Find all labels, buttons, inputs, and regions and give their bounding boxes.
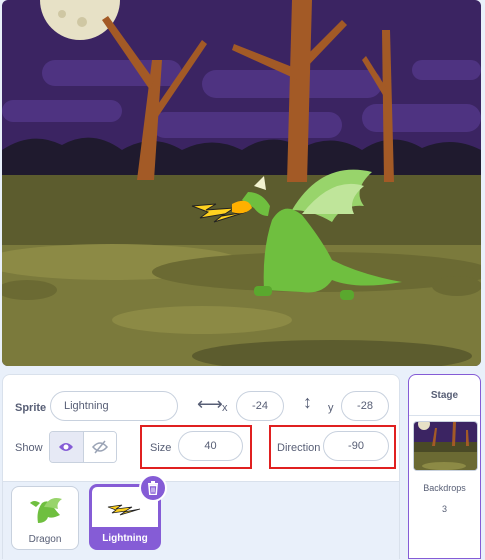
- backdrops-label: Backdrops: [423, 483, 466, 493]
- stage-backdrop-thumbnail[interactable]: [413, 421, 478, 471]
- x-label: x: [222, 402, 228, 414]
- direction-value: -90: [348, 440, 364, 452]
- y-position-value: -28: [357, 400, 373, 412]
- backdrops-count: 3: [441, 504, 447, 514]
- stage-scene: [2, 0, 481, 366]
- show-label: Show: [15, 442, 43, 454]
- size-label: Size: [150, 442, 172, 454]
- stage-canvas[interactable]: [2, 0, 481, 366]
- sprite-info-row: Sprite Lightning ⟷ x -24 ↕ y -28 Show Si…: [3, 375, 399, 482]
- sprite-name-value: Lightning: [64, 400, 109, 412]
- sprite-thumb-dragon[interactable]: Dragon: [11, 486, 79, 550]
- trash-icon: [148, 481, 158, 495]
- size-value: 40: [204, 440, 217, 452]
- sprite-name-input[interactable]: Lightning: [50, 391, 178, 421]
- eye-icon: [59, 443, 74, 451]
- dragon-thumbnail: [30, 498, 62, 523]
- x-position-value: -24: [252, 400, 268, 412]
- visibility-toggle: [49, 431, 117, 463]
- sprite-label: Sprite: [15, 402, 47, 414]
- direction-input[interactable]: -90: [323, 431, 389, 461]
- y-position-input[interactable]: -28: [341, 391, 389, 421]
- stage-title: Stage: [409, 375, 480, 416]
- sprite-info-panel: Sprite Lightning ⟷ x -24 ↕ y -28 Show Si…: [2, 374, 400, 560]
- y-label: y: [328, 402, 334, 414]
- sprite-list: Dragon Lightning: [3, 474, 399, 560]
- direction-label: Direction: [277, 442, 321, 454]
- sprite-thumb-name: Lightning: [102, 533, 148, 544]
- show-visible-button[interactable]: [50, 432, 83, 462]
- eye-slash-icon: [91, 440, 108, 454]
- show-hidden-button[interactable]: [82, 432, 116, 462]
- size-input[interactable]: 40: [178, 431, 243, 461]
- x-position-input[interactable]: -24: [236, 391, 284, 421]
- lightning-thumbnail: [107, 504, 141, 516]
- sprite-thumb-name: Dragon: [28, 534, 62, 545]
- stage-selector-panel[interactable]: Stage Backdrops 3: [408, 374, 481, 559]
- backdrop-thumbnail-image: [414, 422, 477, 470]
- horizontal-arrows-icon: ⟷: [197, 394, 223, 414]
- delete-sprite-button[interactable]: [139, 474, 167, 502]
- vertical-arrows-icon: ↕: [303, 392, 312, 412]
